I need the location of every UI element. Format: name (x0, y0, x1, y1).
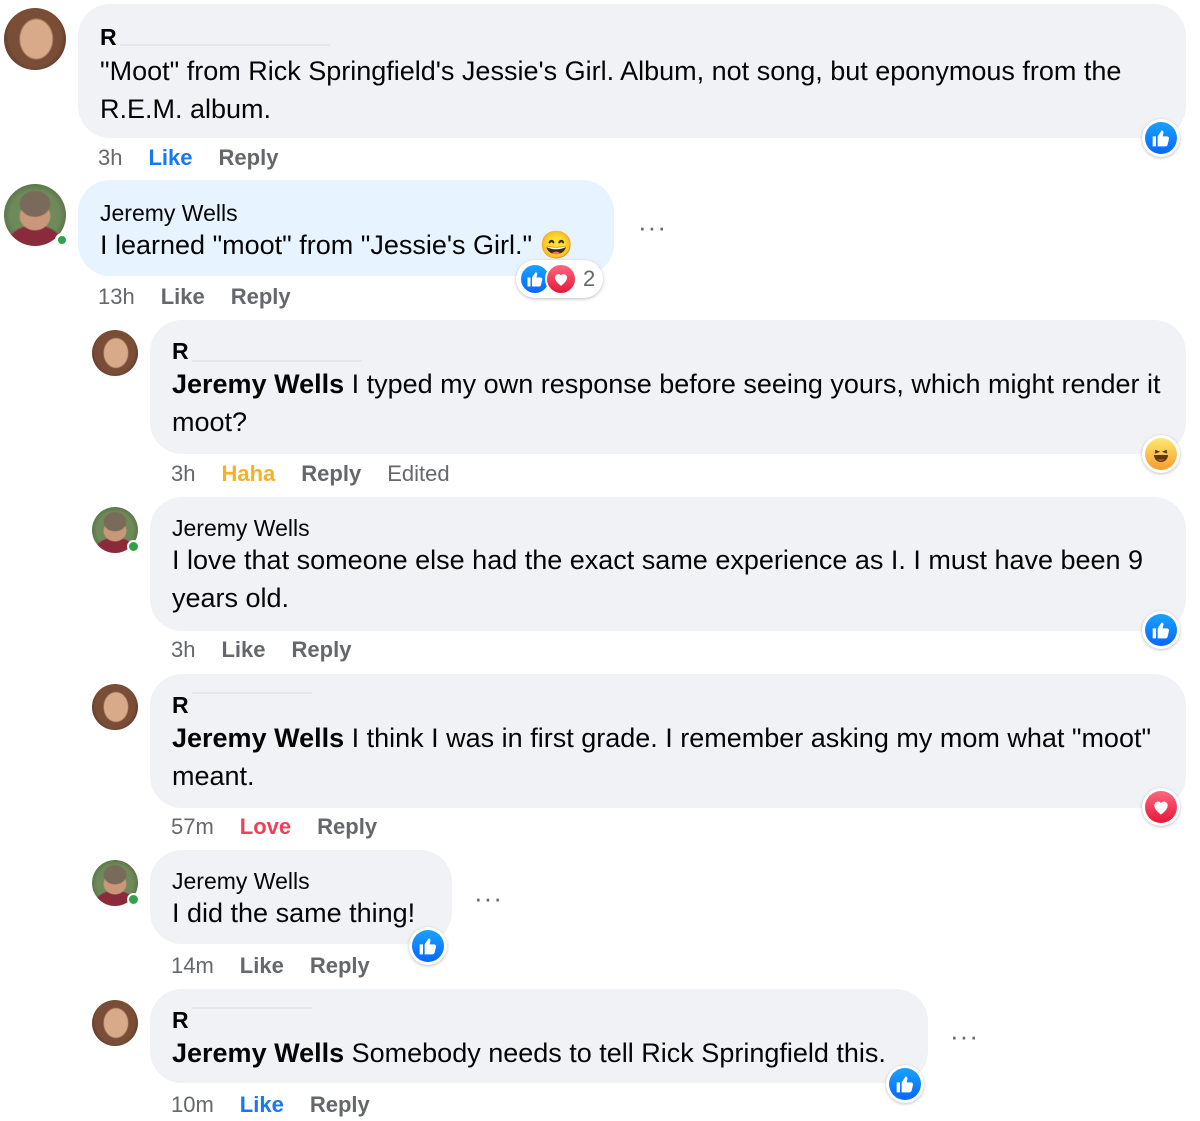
reply-button[interactable]: Reply (231, 284, 291, 310)
reply-button[interactable]: Reply (301, 461, 361, 487)
comment-actions: 3h Like Reply (171, 637, 377, 663)
avatar[interactable] (4, 184, 69, 247)
like-button[interactable]: Like (221, 637, 265, 663)
redacted-name (192, 360, 362, 362)
mention-link[interactable]: Jeremy Wells (172, 723, 344, 753)
like-icon (412, 930, 444, 962)
avatar[interactable] (4, 8, 66, 70)
comment-author[interactable]: R (172, 1007, 189, 1034)
avatar[interactable] (92, 507, 140, 553)
avatar[interactable] (92, 860, 140, 906)
avatar[interactable] (92, 330, 138, 376)
reaction-summary[interactable]: 2 (516, 260, 604, 298)
reaction-badge[interactable] (1142, 435, 1180, 473)
comment-text: Jeremy Wells I typed my own response bef… (172, 365, 1164, 441)
redacted-name (192, 692, 312, 694)
timestamp[interactable]: 57m (171, 814, 214, 840)
reaction-badge[interactable] (1142, 119, 1180, 157)
redacted-name (120, 44, 330, 46)
timestamp[interactable]: 3h (98, 145, 122, 171)
comment-actions: 3h Like Reply (98, 145, 304, 171)
more-options-icon[interactable]: ··· (474, 885, 503, 911)
timestamp[interactable]: 3h (171, 461, 195, 487)
redacted-name (192, 1007, 312, 1009)
like-icon (1145, 122, 1177, 154)
online-status-icon (127, 540, 140, 553)
online-status-icon (55, 233, 69, 247)
like-icon (889, 1068, 921, 1100)
timestamp[interactable]: 14m (171, 953, 214, 979)
comment-actions: 10m Like Reply (171, 1092, 396, 1118)
haha-button[interactable]: Haha (221, 461, 275, 487)
love-icon (1145, 791, 1177, 823)
comment-text-body: I learned "moot" from "Jessie's Girl." (100, 230, 533, 260)
like-button[interactable]: Like (148, 145, 192, 171)
like-button[interactable]: Like (240, 1092, 284, 1118)
avatar[interactable] (92, 684, 138, 730)
reaction-count: 2 (583, 266, 596, 291)
comment-author[interactable]: Jeremy Wells (172, 515, 310, 542)
comment-author[interactable]: Jeremy Wells (172, 868, 310, 895)
comment-text: I learned "moot" from "Jessie's Girl." 😄 (100, 226, 592, 264)
grinning-emoji-icon: 😄 (539, 230, 574, 260)
comment-text: Jeremy Wells Somebody needs to tell Rick… (172, 1034, 906, 1072)
reaction-badge[interactable] (409, 927, 447, 965)
reply-button[interactable]: Reply (219, 145, 279, 171)
comment-bubble: R "Moot" from Rick Springfield's Jessie'… (78, 4, 1186, 138)
comment-actions: 57m Love Reply (171, 814, 403, 840)
edited-label[interactable]: Edited (387, 461, 449, 487)
comment-text: I did the same thing! (172, 898, 416, 928)
mention-link[interactable]: Jeremy Wells (172, 1038, 344, 1068)
comment-text: I love that someone else had the exact s… (172, 545, 1144, 613)
comment-actions: 14m Like Reply (171, 953, 396, 979)
reaction-badge[interactable] (1142, 611, 1180, 649)
comment-author[interactable]: Jeremy Wells (100, 200, 238, 227)
comment-text: "Moot" from Rick Springfield's Jessie's … (100, 56, 1122, 124)
love-icon (545, 263, 577, 295)
like-icon (1145, 614, 1177, 646)
comment-bubble: Jeremy Wells I love that someone else ha… (150, 497, 1186, 631)
comment-author[interactable]: R (100, 24, 117, 51)
like-button[interactable]: Like (161, 284, 205, 310)
timestamp[interactable]: 10m (171, 1092, 214, 1118)
timestamp[interactable]: 13h (98, 284, 135, 310)
reply-button[interactable]: Reply (310, 1092, 370, 1118)
comment-bubble: R Jeremy Wells I think I was in first gr… (150, 674, 1186, 808)
haha-icon (1145, 438, 1177, 470)
reply-button[interactable]: Reply (310, 953, 370, 979)
reply-button[interactable]: Reply (292, 637, 352, 663)
comment-bubble: R Jeremy Wells Somebody needs to tell Ri… (150, 989, 928, 1083)
comment-bubble: Jeremy Wells I did the same thing! (150, 850, 452, 944)
reaction-badge[interactable] (1142, 788, 1180, 826)
like-button[interactable]: Like (240, 953, 284, 979)
more-options-icon[interactable]: ··· (638, 214, 667, 240)
more-options-icon[interactable]: ··· (950, 1023, 979, 1049)
comment-text-body: Somebody needs to tell Rick Springfield … (344, 1038, 886, 1068)
online-status-icon (127, 893, 140, 906)
comment-bubble: R Jeremy Wells I typed my own response b… (150, 320, 1186, 454)
comment-author[interactable]: R (172, 692, 189, 719)
timestamp[interactable]: 3h (171, 637, 195, 663)
avatar[interactable] (92, 1000, 138, 1046)
love-button[interactable]: Love (240, 814, 291, 840)
comment-author[interactable]: R (172, 338, 189, 365)
reply-button[interactable]: Reply (317, 814, 377, 840)
comment-text: Jeremy Wells I think I was in first grad… (172, 719, 1164, 795)
comment-actions: 13h Like Reply (98, 284, 317, 310)
comment-actions: 3h Haha Reply Edited (171, 461, 476, 487)
mention-link[interactable]: Jeremy Wells (172, 369, 344, 399)
reaction-badge[interactable] (886, 1065, 924, 1103)
